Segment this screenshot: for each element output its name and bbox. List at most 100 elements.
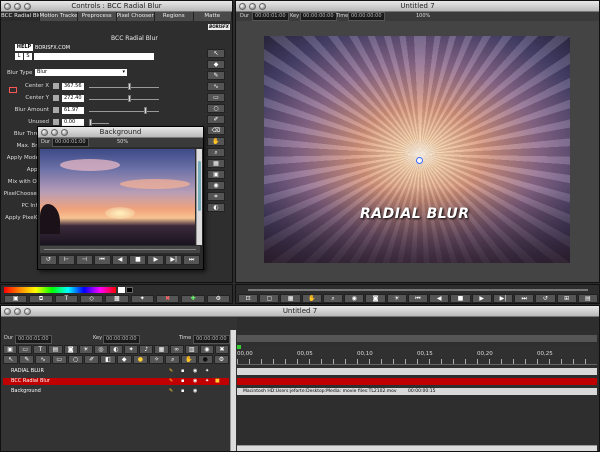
key-value[interactable]: 00:00:00:00 — [300, 12, 337, 21]
dur-value[interactable]: 00:00:01:00 — [52, 138, 89, 147]
delete-icon[interactable]: ✖ — [155, 295, 180, 303]
track-row[interactable]: RADIAL BLUR ✎ ▪ ◉ ✦ — [3, 368, 229, 375]
step-back-icon[interactable]: ◀ — [111, 255, 129, 265]
param-slider-thumb[interactable] — [144, 107, 147, 114]
oval-icon[interactable]: ○ — [207, 104, 225, 113]
dur-value[interactable]: 00:00:01:00 — [15, 335, 52, 344]
pencil-icon[interactable]: ✎ — [169, 388, 173, 395]
param-slider-thumb[interactable] — [128, 95, 131, 102]
white-swatch[interactable] — [118, 287, 125, 293]
zoom-button[interactable] — [259, 3, 266, 10]
camera-icon[interactable]: ◙ — [365, 294, 386, 303]
param-value[interactable]: 61.97 — [62, 107, 84, 114]
param-slider-thumb[interactable] — [128, 83, 131, 90]
fast-forward-icon[interactable]: ⏭ — [514, 294, 535, 303]
eye-icon[interactable]: ◉ — [199, 345, 214, 354]
left-panel-scrollbar[interactable] — [230, 330, 236, 451]
lock-icon[interactable]: ▥ — [184, 345, 199, 354]
stop-icon[interactable]: ■ — [450, 294, 471, 303]
rectangle-icon[interactable]: ▭ — [51, 355, 67, 364]
tab-motion-tracker[interactable]: Motion Tracker — [39, 12, 78, 21]
rewind-icon[interactable]: ⏮ — [407, 294, 429, 303]
add-icon[interactable]: ✚ — [181, 295, 205, 303]
controls-title-bar[interactable]: Controls : BCC Radial Blur — [1, 1, 232, 12]
audio-icon[interactable]: ♪ — [139, 345, 154, 354]
tab-preprocess[interactable]: Preprocess — [78, 12, 117, 21]
folder-icon[interactable]: ▭ — [18, 345, 33, 354]
step-forward-icon[interactable]: ▶| — [165, 255, 183, 265]
preset-save-button[interactable]: S — [24, 53, 32, 60]
settings-icon[interactable]: ⚙ — [206, 295, 230, 303]
lock-icon[interactable]: ■ — [215, 378, 220, 385]
param-slider[interactable] — [89, 87, 159, 88]
delete-icon[interactable]: ✖ — [214, 345, 230, 354]
param-value[interactable]: 0.00 — [62, 119, 84, 126]
rectangle-icon[interactable]: ▭ — [207, 93, 225, 102]
key-value[interactable]: 00:00:00:00 — [103, 335, 140, 344]
filter-icon[interactable]: ✦ — [130, 295, 154, 303]
zoom-value[interactable]: 100% — [416, 13, 430, 19]
film-icon[interactable]: ▤ — [48, 345, 63, 354]
preset-load-button[interactable]: L — [15, 53, 23, 60]
keyframe-icon[interactable]: ◆ — [116, 355, 132, 364]
zoom-icon[interactable]: ⌕ — [322, 294, 344, 303]
step-forward-icon[interactable]: ▶| — [492, 294, 514, 303]
eye-icon[interactable]: ◉ — [193, 388, 197, 395]
minimize-button[interactable] — [14, 3, 21, 10]
background-scrubber[interactable] — [40, 246, 200, 253]
help-button[interactable]: HELP — [15, 44, 33, 51]
pen-icon[interactable]: ✎ — [207, 71, 225, 80]
effect-icon[interactable]: ✦ — [205, 378, 209, 385]
close-button[interactable] — [239, 3, 246, 10]
cursor-icon[interactable]: ↖ — [207, 49, 225, 58]
pencil-icon[interactable]: ✎ — [169, 378, 173, 385]
tab-bcc-radial-blur[interactable]: BCC Radial Blur — [1, 12, 40, 21]
viewer-title-bar[interactable]: Untitled 7 — [236, 1, 599, 12]
light-icon[interactable]: ☀ — [78, 345, 93, 354]
param-slider[interactable] — [89, 99, 159, 100]
new-layer-icon[interactable]: ▣ — [4, 295, 28, 303]
hand-icon[interactable]: ✋ — [301, 294, 322, 303]
color-picker-icon[interactable]: ◉ — [344, 294, 365, 303]
minimize-button[interactable] — [249, 3, 256, 10]
light-icon[interactable]: ☀ — [386, 294, 407, 303]
camera-icon[interactable]: ◙ — [63, 345, 78, 354]
lock-icon[interactable]: ▪ — [181, 378, 184, 385]
close-button[interactable] — [4, 308, 11, 315]
track-row[interactable]: Background ✎ ▪ ◉ — [3, 388, 229, 395]
brand-link[interactable]: BORISFX.COM — [35, 45, 70, 51]
zoom-button[interactable] — [24, 308, 31, 315]
current-time-marker[interactable] — [237, 345, 241, 349]
pen-icon[interactable]: ✎ — [19, 355, 35, 364]
play-icon[interactable]: ▶ — [147, 255, 165, 265]
stop-icon[interactable]: ■ — [129, 255, 147, 265]
crop-icon[interactable]: ⌗ — [207, 192, 225, 201]
hand-icon[interactable]: ✋ — [181, 355, 197, 364]
in-point-icon[interactable]: ⊢ — [57, 255, 75, 265]
eye-icon[interactable]: ◉ — [207, 181, 225, 190]
viewer-canvas[interactable]: RADIAL BLUR — [264, 36, 570, 263]
color-spectrum[interactable] — [4, 287, 116, 293]
eraser-icon[interactable]: ⌫ — [207, 126, 225, 135]
eye-icon[interactable]: ◉ — [193, 368, 197, 375]
timeline-title-bar[interactable]: Untitled 7 — [1, 306, 599, 317]
blur-type-select[interactable]: Blur ▾ — [35, 69, 127, 76]
fit-icon[interactable]: ⊡ — [238, 294, 259, 303]
zoom-button[interactable] — [24, 3, 31, 10]
tab-regions[interactable]: Regions — [155, 12, 194, 21]
bezier-icon[interactable]: ∿ — [35, 355, 51, 364]
background-scrollbar[interactable] — [196, 149, 202, 245]
tab-matte[interactable]: Matte — [193, 12, 232, 21]
dur-value[interactable]: 00:00:01:00 — [252, 12, 289, 21]
duplicate-icon[interactable]: ⧉ — [29, 295, 53, 303]
tab-pixel-chooser[interactable]: Pixel Chooser — [116, 12, 155, 21]
track-bar-selected[interactable] — [237, 378, 597, 385]
step-back-icon[interactable]: ◀ — [429, 294, 450, 303]
time-value[interactable]: 00:00:00:00 — [193, 335, 230, 344]
out-point-icon[interactable]: ⊣ — [75, 255, 93, 265]
settings-icon[interactable]: ⚙ — [213, 355, 230, 364]
black-swatch[interactable] — [126, 287, 133, 293]
scrollbar-thumb[interactable] — [198, 161, 201, 211]
gradient-icon[interactable]: ◧ — [100, 355, 116, 364]
bezier-icon[interactable]: ∿ — [207, 82, 225, 91]
